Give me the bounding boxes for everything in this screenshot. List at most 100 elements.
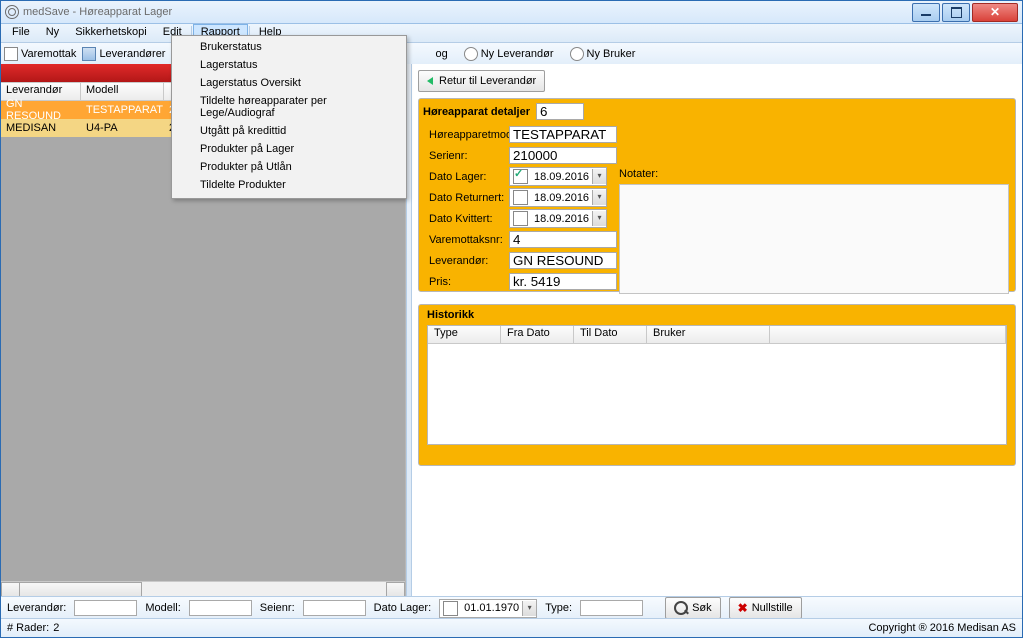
close-button[interactable]: ✕ — [972, 3, 1018, 22]
date-kvittert-value: 18.09.2016 — [531, 213, 592, 225]
input-serienr[interactable] — [509, 147, 617, 164]
input-search-seienr[interactable] — [303, 600, 366, 616]
date-kvittert-checkbox[interactable] — [513, 211, 528, 226]
col-spacer — [770, 326, 1006, 343]
label-serienr: Serienr: — [427, 150, 509, 162]
menu-ny[interactable]: Ny — [38, 24, 67, 42]
history-title: Historikk — [419, 305, 1015, 325]
grid-empty-area — [1, 137, 405, 581]
input-pris[interactable] — [509, 273, 617, 290]
date-returnert-checkbox[interactable] — [513, 190, 528, 205]
col-til-dato[interactable]: Til Dato — [574, 326, 647, 343]
app-window: medSave - Høreapparat Lager ✕ File Ny Si… — [0, 0, 1023, 638]
main-area: Høre Leverandør Modell GN RESOUND TESTAP… — [1, 64, 1022, 599]
menu-item-lagerstatus[interactable]: Lagerstatus — [172, 56, 406, 74]
dropdown-arrow-icon[interactable]: ▾ — [592, 211, 606, 226]
history-header-row: Type Fra Dato Til Dato Bruker — [428, 326, 1006, 344]
toolbar-leverandorer[interactable]: Leverandører — [82, 47, 165, 61]
menu-file[interactable]: File — [4, 24, 38, 42]
label-dato-lager: Dato Lager: — [427, 171, 509, 183]
date-search-picker[interactable]: 01.01.1970 ▾ — [439, 599, 537, 618]
col-bruker[interactable]: Bruker — [647, 326, 770, 343]
plus-icon: + — [464, 47, 478, 61]
menu-item-tildelte-produkter[interactable]: Tildelte Produkter — [172, 176, 406, 194]
menu-item-lagerstatus-oversikt[interactable]: Lagerstatus Oversikt — [172, 74, 406, 92]
toolbar-varemottak[interactable]: Varemottak — [4, 47, 76, 61]
col-type[interactable]: Type — [428, 326, 501, 343]
col-fra-dato[interactable]: Fra Dato — [501, 326, 574, 343]
date-returnert-value: 18.09.2016 — [531, 192, 592, 204]
search-icon — [674, 601, 688, 615]
toolbar-varemottak-label: Varemottak — [21, 48, 76, 60]
input-search-type[interactable] — [580, 600, 643, 616]
search-button-label: Søk — [692, 602, 712, 614]
menu-item-tildelte-horeapparater[interactable]: Tildelte høreapparater per Lege/Audiogra… — [172, 92, 406, 122]
return-button-label: Retur til Leverandør — [439, 75, 536, 87]
label-search-dato-lager: Dato Lager: — [374, 602, 431, 614]
label-model: Høreapparetmodel: — [427, 129, 509, 141]
col-modell[interactable]: Modell — [81, 83, 164, 100]
dropdown-arrow-icon[interactable]: ▾ — [522, 601, 536, 616]
menu-item-brukerstatus[interactable]: Brukerstatus — [172, 38, 406, 56]
menu-item-produkter-utlan[interactable]: Produkter på Utlån — [172, 158, 406, 176]
label-pris: Pris: — [427, 276, 509, 288]
history-panel: Historikk Type Fra Dato Til Dato Bruker — [418, 304, 1016, 466]
cell-modell: TESTAPPARAT — [81, 103, 164, 117]
toolbar: Varemottak Leverandører og + Ny Leverand… — [1, 43, 1022, 66]
plus-icon: + — [570, 47, 584, 61]
label-dato-kvittert: Dato Kvittert: — [427, 213, 509, 225]
app-icon — [5, 5, 19, 19]
date-returnert-picker[interactable]: 18.09.2016 ▾ — [509, 188, 607, 207]
details-panel: Høreapparat detaljer Høreapparetmodel: S… — [418, 98, 1016, 292]
date-search-value: 01.01.1970 — [461, 602, 522, 614]
label-notater: Notater: — [619, 168, 658, 180]
label-search-seienr: Seienr: — [260, 602, 295, 614]
date-kvittert-picker[interactable]: 18.09.2016 ▾ — [509, 209, 607, 228]
date-lager-checkbox[interactable] — [513, 169, 528, 184]
date-lager-picker[interactable]: 18.09.2016 ▾ — [509, 167, 607, 186]
menu-item-produkter-lager[interactable]: Produkter på Lager — [172, 140, 406, 158]
toolbar-truncated-label: og — [435, 48, 447, 60]
date-search-checkbox[interactable] — [443, 601, 458, 616]
suppliers-icon — [82, 47, 96, 61]
cell-leverandor: GN RESOUND — [1, 97, 81, 123]
label-search-type: Type: — [545, 602, 572, 614]
clear-icon: ✖ — [738, 602, 748, 614]
search-bar: Leverandør: Modell: Seienr: Dato Lager: … — [1, 596, 1022, 619]
cell-leverandor: MEDISAN — [1, 121, 81, 135]
label-leverandor: Leverandør: — [427, 255, 509, 267]
menu-sikkerhetskopi[interactable]: Sikkerhetskopi — [67, 24, 155, 42]
toolbar-ny-leverandor[interactable]: + Ny Leverandør — [464, 47, 554, 61]
reset-button[interactable]: ✖ Nullstille — [729, 597, 802, 619]
box-icon — [4, 47, 18, 61]
status-copyright: Copyright ® 2016 Medisan AS — [868, 622, 1016, 634]
dropdown-arrow-icon[interactable]: ▾ — [592, 190, 606, 205]
window-title: medSave - Høreapparat Lager — [23, 6, 172, 18]
search-button[interactable]: Søk — [665, 597, 721, 619]
right-panel: Retur til Leverandør Høreapparat detalje… — [412, 64, 1022, 599]
status-rader-value: 2 — [53, 622, 59, 634]
titlebar: medSave - Høreapparat Lager ✕ — [1, 1, 1022, 24]
textarea-notater[interactable] — [619, 184, 1009, 294]
input-varemottaksnr[interactable] — [509, 231, 617, 248]
cell-modell: U4-PA — [81, 121, 164, 135]
minimize-button[interactable] — [912, 3, 940, 22]
input-leverandor[interactable] — [509, 252, 617, 269]
menu-item-utgatt-kredittid[interactable]: Utgått på kredittid — [172, 122, 406, 140]
details-id-field[interactable] — [536, 103, 584, 120]
return-to-supplier-button[interactable]: Retur til Leverandør — [418, 70, 545, 92]
input-search-modell[interactable] — [189, 600, 252, 616]
toolbar-ny-bruker[interactable]: + Ny Bruker — [570, 47, 636, 61]
history-grid: Type Fra Dato Til Dato Bruker — [427, 325, 1007, 445]
maximize-button[interactable] — [942, 3, 970, 22]
dropdown-arrow-icon[interactable]: ▾ — [592, 169, 606, 184]
rapport-dropdown: Brukerstatus Lagerstatus Lagerstatus Ove… — [171, 35, 407, 199]
left-panel: Høre Leverandør Modell GN RESOUND TESTAP… — [1, 64, 406, 599]
status-bar: # Rader: 2 Copyright ® 2016 Medisan AS — [1, 618, 1022, 637]
input-model[interactable] — [509, 126, 617, 143]
details-title: Høreapparat detaljer — [423, 106, 530, 118]
menubar: File Ny Sikkerhetskopi Edit Rapport Help — [1, 24, 1022, 43]
label-dato-returnert: Dato Returnert: — [427, 192, 509, 204]
input-search-leverandor[interactable] — [74, 600, 137, 616]
return-arrow-icon — [427, 77, 433, 85]
